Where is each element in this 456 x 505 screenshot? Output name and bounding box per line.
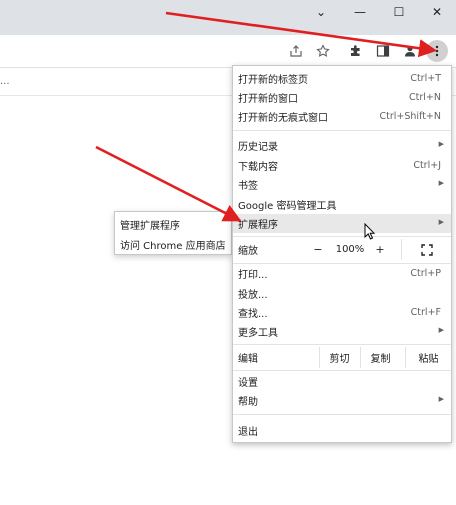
edit-label: 编辑 [238,354,258,365]
minimize-button[interactable]: — [341,0,379,24]
zoom-out-button[interactable]: − [307,239,329,260]
menu-item-label: 打开新的无痕式窗口 [238,113,328,124]
menu-item-label: 退出 [238,427,258,438]
edit-row: 编辑 剪切 复制 粘贴 [233,347,451,368]
toolbar [0,35,456,68]
fullscreen-button[interactable] [401,239,451,260]
chrome-menu-kebab-icon[interactable] [426,40,448,62]
extensions-puzzle-icon[interactable] [345,40,367,62]
menu-item-new-incognito[interactable]: 打开新的无痕式窗口 Ctrl+Shift+N [233,107,451,126]
menu-item-history[interactable]: 历史记录 ▶ [233,136,451,155]
maximize-button[interactable]: ☐ [380,0,418,24]
menu-separator [233,414,451,415]
menu-item-label: 投放... [238,290,268,301]
menu-item-new-tab[interactable]: 打开新的标签页 Ctrl+T [233,69,451,88]
menu-item-more-tools[interactable]: 更多工具 ▶ [233,322,451,341]
menu-item-label: Google 密码管理工具 [238,201,337,212]
menu-item-label: 更多工具 [238,328,278,339]
menu-item-shortcut: Ctrl+P [410,268,441,279]
zoom-row: 缩放 − 100% + [233,239,451,260]
arrow-to-extensions [95,145,242,222]
paste-button[interactable]: 粘贴 [405,347,451,368]
menu-item-shortcut: Ctrl+F [410,307,441,318]
share-icon[interactable] [285,40,307,62]
menu-item-shortcut: Ctrl+T [410,73,441,84]
zoom-label: 缩放 [238,246,258,257]
fullscreen-icon [420,243,433,256]
mouse-cursor-icon [364,223,376,240]
submenu-arrow-icon: ▶ [438,179,444,187]
menu-item-print[interactable]: 打印... Ctrl+P [233,264,451,283]
menu-item-help[interactable]: 帮助 ▶ [233,391,451,410]
zoom-level: 100% [335,244,365,255]
menu-item-label: 打印... [238,270,268,281]
menu-item-label: 扩展程序 [238,220,278,231]
submenu-arrow-icon: ▶ [438,140,444,148]
chrome-web-store-item[interactable]: 访问 Chrome 应用商店 [115,234,231,254]
manage-extensions-item[interactable]: 管理扩展程序 [115,214,231,234]
zoom-in-button[interactable]: + [369,239,391,260]
submenu-arrow-icon: ▶ [438,326,444,334]
menu-item-find[interactable]: 查找... Ctrl+F [233,303,451,322]
menu-item-cast[interactable]: 投放... [233,284,451,303]
menu-item-label: 帮助 [238,397,258,408]
menu-item-bookmarks[interactable]: 书签 ▶ [233,175,451,194]
menu-item-password-manager[interactable]: Google 密码管理工具 [233,195,451,214]
menu-item-new-window[interactable]: 打开新的窗口 Ctrl+N [233,88,451,107]
menu-item-label: 查找... [238,309,268,320]
menu-separator [233,130,451,131]
bookmark-star-icon[interactable] [312,40,334,62]
cut-button[interactable]: 剪切 [319,347,359,368]
menu-item-label: 打开新的窗口 [238,94,298,105]
menu-item-extensions[interactable]: 扩展程序 ▶ [233,214,451,233]
menu-item-downloads[interactable]: 下载内容 Ctrl+J [233,156,451,175]
menu-item-shortcut: Ctrl+J [413,160,441,171]
menu-item-label: 下载内容 [238,162,278,173]
menu-item-exit[interactable]: 退出 [233,421,451,440]
title-bar: ⌄ — ☐ ✕ [0,0,456,35]
side-panel-icon[interactable] [372,40,394,62]
chrome-main-menu: 打开新的标签页 Ctrl+T 打开新的窗口 Ctrl+N 打开新的无痕式窗口 C… [232,65,452,443]
menu-item-label: 设置 [238,378,258,389]
menu-item-label: 历史记录 [238,142,278,153]
menu-item-label: 打开新的标签页 [238,75,308,86]
menu-item-settings[interactable]: 设置 [233,372,451,391]
tab-search-chevron-icon[interactable]: ⌄ [302,0,340,24]
extensions-submenu: 管理扩展程序 访问 Chrome 应用商店 [114,211,232,255]
menu-separator [233,236,451,237]
submenu-arrow-icon: ▶ [438,218,444,226]
close-button[interactable]: ✕ [418,0,456,24]
bookmarks-overflow[interactable]: ... [0,76,10,87]
menu-item-shortcut: Ctrl+N [409,92,441,103]
copy-button[interactable]: 复制 [360,347,400,368]
profile-avatar-icon[interactable] [399,40,421,62]
submenu-arrow-icon: ▶ [438,395,444,403]
menu-separator [233,370,451,371]
menu-separator [233,344,451,345]
menu-item-shortcut: Ctrl+Shift+N [379,111,441,122]
menu-item-label: 书签 [238,181,258,192]
